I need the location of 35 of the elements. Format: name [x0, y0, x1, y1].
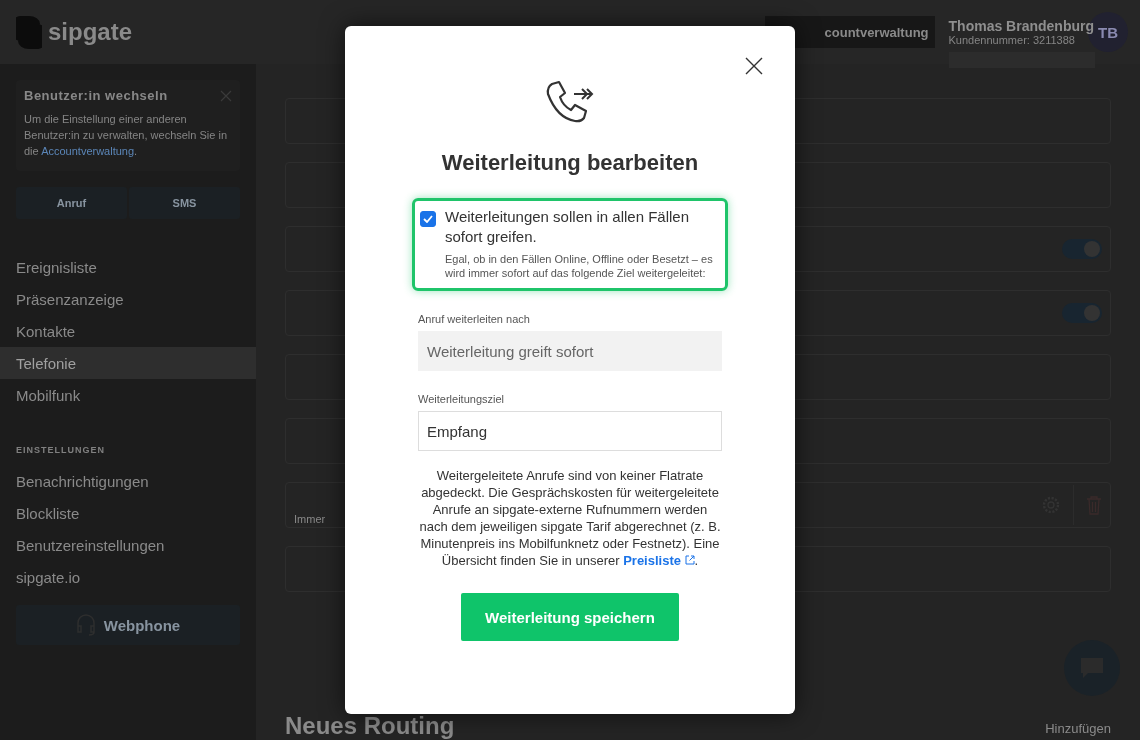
section-heading: Neues Routing — [285, 712, 455, 740]
webphone-button[interactable]: Webphone — [16, 605, 240, 645]
notice-text: Um die Einstellung einer anderen Benutzer:in zu verwalten, wechseln Sie in die Accountverwaltung. — [24, 112, 228, 159]
option-description: Egal, ob in den Fällen Online, Offline oder Besetzt – es wird immer sofort auf das folgende Ziel weitergeleitet: — [445, 252, 714, 280]
price-list-link[interactable]: Preisliste — [623, 553, 695, 568]
nav-item[interactable]: Benutzereinstellungen — [0, 529, 256, 561]
check-icon — [423, 215, 433, 223]
note-text: Weitergeleitete Anrufe sind von keiner Flatrate abgedeckt. Die Gesprächskosten für weitergeleitete Anrufe an sipgate-externe Rufnummern werden nach dem jeweiligen sipgate Tarif abgerechnet (z. B. Minutenpreis ins Mobilfunknetz oder Festnetz). Eine Übersicht finden Sie in unserer Preisliste . — [418, 467, 722, 569]
field-label: Weiterleitungsziel — [418, 393, 504, 405]
nav-item[interactable]: sipgate.io — [0, 561, 256, 593]
toggle-switch[interactable] — [1062, 303, 1102, 323]
field-label: Anruf weiterleiten nach — [418, 313, 530, 325]
checkbox[interactable] — [420, 211, 436, 227]
nav-item[interactable]: Kontakte — [0, 315, 256, 347]
nav-item[interactable]: Blockliste — [0, 497, 256, 529]
row-label: Immer — [294, 513, 326, 525]
logo-icon — [16, 15, 42, 49]
action-button[interactable]: SMS — [129, 187, 240, 219]
customer-number: Kundennummer: 3211388 — [948, 34, 1076, 46]
close-icon[interactable] — [745, 57, 763, 75]
nav-item[interactable]: Telefonie — [0, 347, 256, 379]
notice-title: Benutzer:in wechseln — [24, 88, 168, 103]
external-link-icon — [684, 555, 695, 565]
dialog-title: Weiterleitung bearbeiten — [441, 150, 699, 176]
input-field[interactable]: Empfang — [418, 411, 722, 451]
nav-item[interactable]: Präsenzanzeige — [0, 283, 256, 315]
add-button[interactable]: Hinzufügen — [1045, 721, 1111, 740]
toggle-switch[interactable] — [1062, 239, 1102, 259]
nav-item[interactable]: Benachrichtigungen — [0, 465, 256, 497]
logo-text: sipgate — [48, 18, 133, 46]
section-title: EINSTELLUNGEN — [16, 445, 106, 455]
action-button[interactable]: Anruf — [16, 187, 127, 219]
nav-item[interactable]: Ereignisliste — [0, 251, 256, 283]
nav-item[interactable]: Mobilfunk — [0, 379, 256, 411]
checkbox-label: Weiterleitungen sollen in allen Fällen sofort greifen. — [445, 207, 691, 247]
